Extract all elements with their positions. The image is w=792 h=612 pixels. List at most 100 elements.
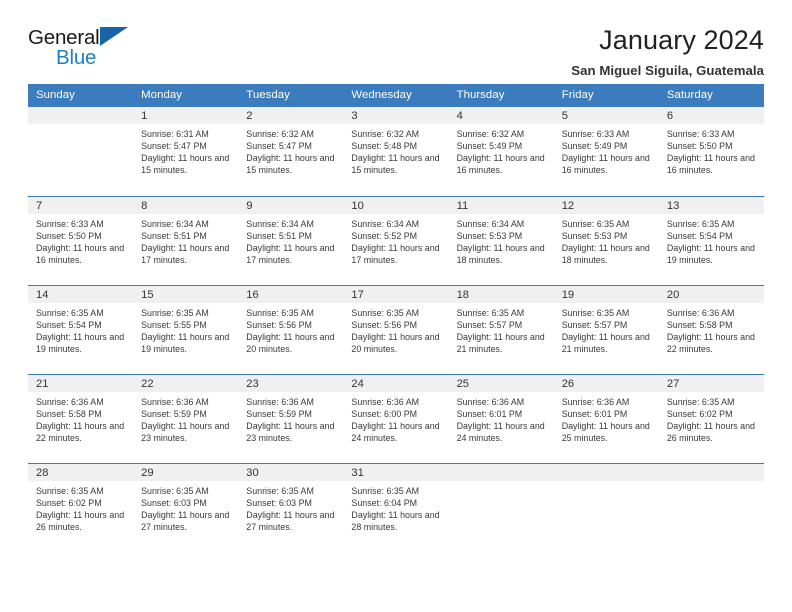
calendar-day-cell[interactable]: 5 Sunrise: 6:33 AM Sunset: 5:49 PM Daylight… [553, 107, 659, 196]
brand-logo[interactable]: General Blue [28, 26, 138, 74]
daylight-text: Daylight: 11 hours and 19 minutes. [36, 331, 125, 354]
calendar-day-cell[interactable]: 28 Sunrise: 6:35 AM Sunset: 6:02 PM Dayligh… [28, 463, 134, 552]
day-details: Sunrise: 6:35 AM Sunset: 5:56 PM Daylight:… [343, 303, 448, 355]
day-number: 20 [658, 285, 764, 303]
daylight-text: Daylight: 11 hours and 16 minutes. [36, 242, 125, 265]
calendar-page: General Blue January 2024 San Miguel Sig… [0, 0, 792, 612]
sunset-text: Sunset: 5:57 PM [456, 319, 523, 330]
sunrise-text: Sunrise: 6:34 AM [141, 218, 209, 229]
calendar-day-cell[interactable]: 26 Sunrise: 6:36 AM Sunset: 6:01 PM Dayligh… [553, 374, 659, 463]
calendar-day-cell[interactable]: 1 Sunrise: 6:31 AM Sunset: 5:47 PM Daylight… [133, 107, 239, 196]
page-header: General Blue January 2024 San Miguel Sig… [28, 0, 764, 78]
calendar-day-cell[interactable]: 25 Sunrise: 6:36 AM Sunset: 6:01 PM Dayligh… [448, 374, 554, 463]
calendar-day-cell[interactable]: 4 Sunrise: 6:32 AM Sunset: 5:49 PM Daylight… [448, 107, 554, 196]
day-details: Sunrise: 6:36 AM Sunset: 6:00 PM Daylight:… [343, 392, 448, 444]
daylight-text: Daylight: 11 hours and 18 minutes. [561, 242, 650, 265]
day-details: Sunrise: 6:36 AM Sunset: 5:59 PM Daylight:… [238, 392, 343, 444]
calendar-day-cell[interactable]: 2 Sunrise: 6:32 AM Sunset: 5:47 PM Daylight… [238, 107, 344, 196]
calendar-day-cell[interactable]: 11 Sunrise: 6:34 AM Sunset: 5:53 PM Dayligh… [448, 196, 554, 285]
calendar-day-cell[interactable]: 16 Sunrise: 6:35 AM Sunset: 5:56 PM Dayligh… [238, 285, 344, 374]
sunset-text: Sunset: 6:00 PM [351, 408, 418, 419]
calendar-day-cell[interactable]: 9 Sunrise: 6:34 AM Sunset: 5:51 PM Daylight… [238, 196, 344, 285]
calendar-day-cell[interactable]: 18 Sunrise: 6:35 AM Sunset: 5:57 PM Dayligh… [448, 285, 554, 374]
sunset-text: Sunset: 6:03 PM [246, 497, 312, 508]
calendar-week-row: 28 Sunrise: 6:35 AM Sunset: 6:02 PM Dayligh… [28, 463, 764, 552]
sunset-text: Sunset: 5:48 PM [351, 141, 418, 152]
calendar-day-cell[interactable]: 21 Sunrise: 6:36 AM Sunset: 5:58 PM Dayligh… [28, 374, 134, 463]
calendar-day-cell[interactable]: 8 Sunrise: 6:34 AM Sunset: 5:51 PM Daylight… [133, 196, 239, 285]
calendar-day-cell-empty [658, 463, 764, 552]
calendar-day-cell[interactable]: 3 Sunrise: 6:32 AM Sunset: 5:48 PM Daylight… [343, 107, 449, 196]
calendar-day-cell[interactable]: 30 Sunrise: 6:35 AM Sunset: 6:03 PM Dayligh… [238, 463, 344, 552]
calendar-day-cell[interactable]: 20 Sunrise: 6:36 AM Sunset: 5:58 PM Dayligh… [658, 285, 764, 374]
sunrise-text: Sunrise: 6:36 AM [666, 307, 735, 318]
calendar-day-cell[interactable]: 19 Sunrise: 6:35 AM Sunset: 5:57 PM Dayligh… [553, 285, 659, 374]
sunrise-text: Sunrise: 6:35 AM [666, 396, 735, 407]
day-details: Sunrise: 6:35 AM Sunset: 6:02 PM Daylight:… [659, 392, 764, 444]
day-number: 31 [343, 463, 449, 481]
calendar-day-cell[interactable]: 23 Sunrise: 6:36 AM Sunset: 5:59 PM Dayligh… [238, 374, 344, 463]
calendar-day-cell[interactable]: 7 Sunrise: 6:33 AM Sunset: 5:50 PM Daylight… [28, 196, 134, 285]
day-number: 4 [448, 107, 554, 124]
day-number: 10 [343, 196, 449, 214]
day-details: Sunrise: 6:36 AM Sunset: 6:01 PM Daylight:… [449, 392, 554, 444]
weekday-header-sunday: Sunday [28, 84, 134, 107]
day-number: 11 [448, 196, 554, 214]
day-number: 15 [133, 285, 239, 303]
calendar-week-row: 7 Sunrise: 6:33 AM Sunset: 5:50 PM Daylight… [28, 196, 764, 285]
day-details: Sunrise: 6:35 AM Sunset: 6:02 PM Daylight:… [28, 481, 133, 533]
day-number: 18 [448, 285, 554, 303]
calendar-day-cell[interactable]: 14 Sunrise: 6:35 AM Sunset: 5:54 PM Dayligh… [28, 285, 134, 374]
day-number: 19 [553, 285, 659, 303]
day-number: 6 [658, 107, 764, 124]
calendar-day-cell[interactable]: 17 Sunrise: 6:35 AM Sunset: 5:56 PM Dayligh… [343, 285, 449, 374]
weekday-header-thursday: Thursday [448, 84, 554, 107]
calendar-day-cell[interactable]: 24 Sunrise: 6:36 AM Sunset: 6:00 PM Dayligh… [343, 374, 449, 463]
calendar-day-cell[interactable]: 27 Sunrise: 6:35 AM Sunset: 6:02 PM Dayligh… [658, 374, 764, 463]
sunrise-text: Sunrise: 6:31 AM [141, 129, 209, 139]
day-number: 29 [133, 463, 239, 481]
day-number: 28 [28, 463, 134, 481]
day-number [28, 107, 134, 124]
daylight-text: Daylight: 11 hours and 21 minutes. [561, 331, 650, 354]
calendar-day-cell[interactable]: 6 Sunrise: 6:33 AM Sunset: 5:50 PM Daylight… [658, 107, 764, 196]
day-details: Sunrise: 6:34 AM Sunset: 5:51 PM Daylight:… [133, 214, 238, 266]
day-number: 1 [133, 107, 239, 124]
weekday-header-friday: Friday [553, 84, 659, 107]
calendar-week-row: 14 Sunrise: 6:35 AM Sunset: 5:54 PM Dayligh… [28, 285, 764, 374]
day-details: Sunrise: 6:35 AM Sunset: 6:03 PM Daylight:… [238, 481, 343, 533]
sunset-text: Sunset: 5:59 PM [141, 408, 207, 419]
sunrise-text: Sunrise: 6:35 AM [561, 307, 630, 318]
sunrise-text: Sunrise: 6:35 AM [666, 218, 735, 229]
daylight-text: Daylight: 11 hours and 17 minutes. [141, 242, 230, 265]
sunset-text: Sunset: 5:58 PM [666, 319, 733, 330]
calendar-day-cell[interactable]: 31 Sunrise: 6:35 AM Sunset: 6:04 PM Dayligh… [343, 463, 449, 552]
day-number: 27 [658, 374, 764, 392]
calendar-day-cell[interactable]: 13 Sunrise: 6:35 AM Sunset: 5:54 PM Dayligh… [658, 196, 764, 285]
daylight-text: Daylight: 11 hours and 16 minutes. [456, 153, 545, 176]
daylight-text: Daylight: 11 hours and 19 minutes. [141, 331, 230, 354]
calendar-day-cell[interactable]: 15 Sunrise: 6:35 AM Sunset: 5:55 PM Dayligh… [133, 285, 239, 374]
day-details: Sunrise: 6:33 AM Sunset: 5:50 PM Daylight:… [659, 124, 764, 176]
sunrise-text: Sunrise: 6:34 AM [456, 218, 525, 229]
daylight-text: Daylight: 11 hours and 15 minutes. [246, 153, 335, 176]
sunset-text: Sunset: 5:56 PM [351, 319, 418, 330]
sunrise-text: Sunrise: 6:35 AM [351, 307, 420, 318]
calendar-day-cell[interactable]: 29 Sunrise: 6:35 AM Sunset: 6:03 PM Dayligh… [133, 463, 239, 552]
calendar-day-cell[interactable]: 22 Sunrise: 6:36 AM Sunset: 5:59 PM Dayligh… [133, 374, 239, 463]
sunrise-text: Sunrise: 6:33 AM [36, 218, 104, 229]
sunset-text: Sunset: 6:01 PM [561, 408, 628, 419]
sunset-text: Sunset: 6:02 PM [666, 408, 733, 419]
sunrise-text: Sunrise: 6:35 AM [351, 485, 420, 496]
sunrise-text: Sunrise: 6:32 AM [456, 129, 525, 139]
daylight-text: Daylight: 11 hours and 17 minutes. [246, 242, 335, 265]
calendar-day-cell[interactable]: 12 Sunrise: 6:35 AM Sunset: 5:53 PM Dayligh… [553, 196, 659, 285]
sunrise-text: Sunrise: 6:35 AM [141, 307, 209, 318]
day-details: Sunrise: 6:35 AM Sunset: 5:54 PM Daylight:… [659, 214, 764, 266]
sunrise-text: Sunrise: 6:32 AM [351, 129, 420, 139]
calendar-day-cell[interactable]: 10 Sunrise: 6:34 AM Sunset: 5:52 PM Dayligh… [343, 196, 449, 285]
day-details: Sunrise: 6:32 AM Sunset: 5:49 PM Daylight:… [449, 124, 554, 176]
sunrise-text: Sunrise: 6:35 AM [456, 307, 525, 318]
day-details: Sunrise: 6:36 AM Sunset: 5:59 PM Daylight:… [133, 392, 238, 444]
sunset-text: Sunset: 6:02 PM [36, 497, 102, 508]
